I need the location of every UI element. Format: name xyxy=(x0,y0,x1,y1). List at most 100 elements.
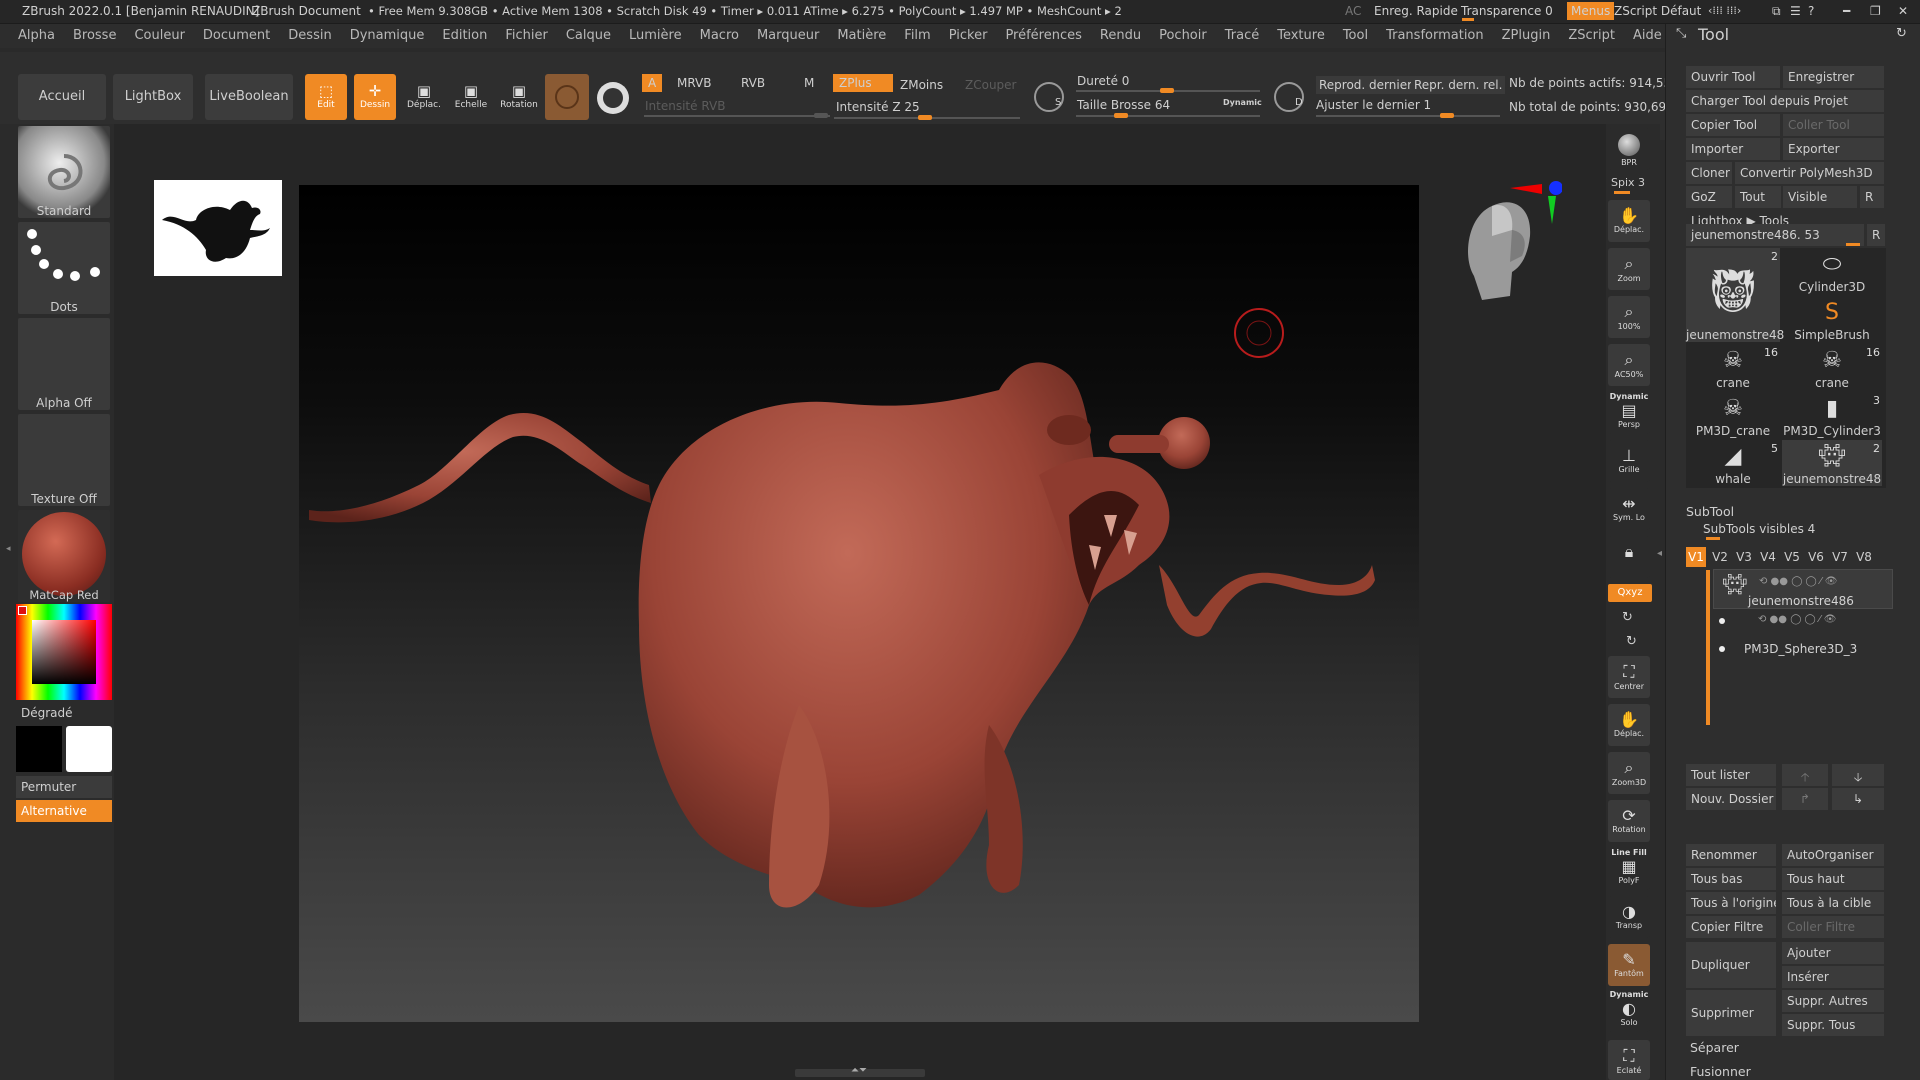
solo-button[interactable]: Dynamic ◐ Solo xyxy=(1608,990,1650,1032)
sculpt-model[interactable] xyxy=(299,185,1419,1022)
menu-texture[interactable]: Texture xyxy=(1277,24,1325,43)
draw-size-icon[interactable]: D xyxy=(1274,82,1304,112)
move-up-icon[interactable]: 🡡︎ xyxy=(1782,764,1828,786)
version-tab-v5[interactable]: V5 xyxy=(1782,547,1802,567)
current-tool-knob[interactable] xyxy=(1846,243,1860,246)
alternate-button[interactable]: Alternative xyxy=(16,800,112,822)
tool-thumb[interactable]: 👹︎ 2 jeunemonstre48 xyxy=(1686,248,1784,342)
menu-calque[interactable]: Calque xyxy=(566,24,611,43)
alpha-a-toggle[interactable]: A xyxy=(642,74,663,92)
color-square[interactable] xyxy=(32,620,96,684)
subtool-op-autoorganiser[interactable]: AutoOrganiser xyxy=(1782,844,1884,866)
append-button[interactable]: Ajouter xyxy=(1782,942,1884,964)
spix-slider[interactable]: Spix 3 xyxy=(1611,176,1645,189)
secondary-color-swatch[interactable] xyxy=(66,726,112,772)
menu-couleur[interactable]: Couleur xyxy=(134,24,184,43)
menu-trace[interactable]: Tracé xyxy=(1225,24,1260,43)
tool-thumb[interactable]: ☠︎ 16 crane xyxy=(1782,344,1882,390)
menu-rendu[interactable]: Rendu xyxy=(1100,24,1141,43)
lightbox-button[interactable]: LightBox xyxy=(113,74,193,120)
menu-picker[interactable]: Picker xyxy=(949,24,988,43)
draw-button[interactable]: ✛ Dessin xyxy=(354,74,396,120)
delete-button[interactable]: Supprimer xyxy=(1686,990,1776,1036)
version-tab-v7[interactable]: V7 xyxy=(1830,547,1850,567)
menu-transformation[interactable]: Transformation xyxy=(1386,24,1484,43)
version-tab-v3[interactable]: V3 xyxy=(1734,547,1754,567)
help-icon[interactable]: ? xyxy=(1808,4,1814,18)
shelf-icon[interactable]: ☰ xyxy=(1790,4,1801,18)
menu-aide[interactable]: Aide xyxy=(1633,24,1662,43)
window-layout-icon[interactable]: ⧉ xyxy=(1772,4,1781,19)
subtool-op-tous-a-la-cible[interactable]: Tous à la cible xyxy=(1782,892,1884,914)
subtool-toggles-2[interactable]: ⟲ ●● ◯ ◯ ⁄ 👁︎ xyxy=(1758,614,1836,625)
brush-size-slider[interactable]: Taille Brosse 64 xyxy=(1077,98,1170,112)
home-button[interactable]: Accueil xyxy=(18,74,106,120)
subtools-visible-knob[interactable] xyxy=(1706,537,1720,540)
tool-btn-tout[interactable]: Tout xyxy=(1735,186,1781,208)
tool-btn-visible[interactable]: Visible xyxy=(1783,186,1857,208)
tool-thumb[interactable]: S SimpleBrush xyxy=(1782,296,1882,342)
version-tab-v2[interactable]: V2 xyxy=(1710,547,1730,567)
version-tab-v4[interactable]: V4 xyxy=(1758,547,1778,567)
tool-btn-convertir-polymesh3d[interactable]: Convertir PolyMesh3D xyxy=(1735,162,1884,184)
menu-edition[interactable]: Edition xyxy=(442,24,487,43)
subtool-scrollbar[interactable] xyxy=(1706,570,1710,725)
panel-collapse-icon[interactable]: ◂ xyxy=(1657,548,1662,559)
tool-thumb[interactable]: ▮ 3 PM3D_Cylinder3 xyxy=(1782,392,1882,438)
bpr-button[interactable]: BPR xyxy=(1608,128,1650,170)
duplicate-button[interactable]: Dupliquer xyxy=(1686,942,1776,988)
tool-pin-icon[interactable]: ⤡ xyxy=(1676,26,1686,41)
tool-close-icon[interactable]: ↻ xyxy=(1896,26,1907,41)
tool-r-button[interactable]: R xyxy=(1867,224,1885,246)
subtool-op-coller-filtre[interactable]: Coller Filtre xyxy=(1782,916,1884,938)
menu-dessin[interactable]: Dessin xyxy=(288,24,331,43)
menus-toggle[interactable]: Menus xyxy=(1567,2,1615,20)
ghost-button[interactable]: ✎ Fantôm xyxy=(1608,944,1650,986)
minimize-icon[interactable]: ━ xyxy=(1843,4,1850,18)
menu-pochoir[interactable]: Pochoir xyxy=(1159,24,1207,43)
dynamic-toggle[interactable]: Dynamic xyxy=(1223,98,1262,107)
tool-btn-cloner[interactable]: Cloner xyxy=(1686,162,1732,184)
adjust-last-track[interactable] xyxy=(1316,113,1500,118)
tool-thumb[interactable]: ☠︎ PM3D_crane xyxy=(1686,392,1780,438)
lock-button[interactable]: 🔒︎ xyxy=(1608,536,1650,578)
rgb-intensity-track[interactable] xyxy=(644,113,830,118)
tool-btn-charger-tool-depuis-projet[interactable]: Charger Tool depuis Projet xyxy=(1686,90,1884,112)
subtool-op-tous-haut[interactable]: Tous haut xyxy=(1782,868,1884,890)
tool-btn-r[interactable]: R xyxy=(1860,186,1884,208)
menu-macro[interactable]: Macro xyxy=(700,24,739,43)
rgb-toggle[interactable]: RVB xyxy=(741,76,765,90)
list-all-button[interactable]: Tout lister xyxy=(1686,764,1776,786)
reference-thumbnail[interactable] xyxy=(154,180,282,276)
version-tab-v1[interactable]: V1 xyxy=(1686,547,1706,567)
transparency-button[interactable]: ◑ Transp xyxy=(1608,896,1650,938)
tool-btn-exporter[interactable]: Exporter xyxy=(1783,138,1884,160)
tool-thumb[interactable]: 👾︎ 2 jeunemonstre48 xyxy=(1782,440,1882,486)
tool-btn-ouvrir-tool[interactable]: Ouvrir Tool xyxy=(1686,66,1780,88)
polyframe-button[interactable]: Line Fill ▦ PolyF xyxy=(1608,848,1650,890)
subtool-toggles[interactable]: ⟲ ●● ◯ ◯ ⁄ 👁︎ xyxy=(1759,576,1837,587)
edit-button[interactable]: ⬚ Edit xyxy=(305,74,347,120)
tool-btn-coller-tool[interactable]: Coller Tool xyxy=(1783,114,1884,136)
persp-button[interactable]: Dynamic ▤ Persp xyxy=(1608,392,1650,434)
rotate-button[interactable]: ▣ Rotation xyxy=(498,74,540,120)
transparency-slider[interactable]: Transparence 0 xyxy=(1461,4,1553,18)
material-swatch-button[interactable] xyxy=(545,74,589,120)
move-view-button[interactable]: ✋ Déplac. xyxy=(1608,704,1650,746)
new-folder-button[interactable]: Nouv. Dossier xyxy=(1686,788,1776,810)
z-intensity-track[interactable] xyxy=(834,115,1020,120)
subtool-op-tous-bas[interactable]: Tous bas xyxy=(1686,868,1776,890)
zsub-toggle[interactable]: ZMoins xyxy=(900,78,943,92)
hardness-slider[interactable]: Dureté 0 xyxy=(1077,74,1129,88)
folder-up-icon[interactable]: ↱ xyxy=(1782,788,1828,810)
menu-brosse[interactable]: Brosse xyxy=(73,24,116,43)
menu-preferences[interactable]: Préférences xyxy=(1005,24,1081,43)
zscript-default[interactable]: ZScript Défaut xyxy=(1614,4,1701,18)
navigation-gizmo[interactable] xyxy=(1452,176,1563,304)
color-picker[interactable] xyxy=(16,604,112,700)
zoom-button[interactable]: ⌕ Zoom xyxy=(1608,248,1650,290)
subtool-item-active[interactable]: 👾︎ ⟲ ●● ◯ ◯ ⁄ 👁︎ jeunemonstre486 xyxy=(1713,569,1893,609)
subtool-title[interactable]: SubTool xyxy=(1686,504,1734,519)
subtool-item[interactable]: ⟲ ●● ◯ ◯ ⁄ 👁︎ PM3D_Sphere3D_3 xyxy=(1713,612,1893,658)
zadd-toggle[interactable]: ZPlus xyxy=(833,74,893,92)
